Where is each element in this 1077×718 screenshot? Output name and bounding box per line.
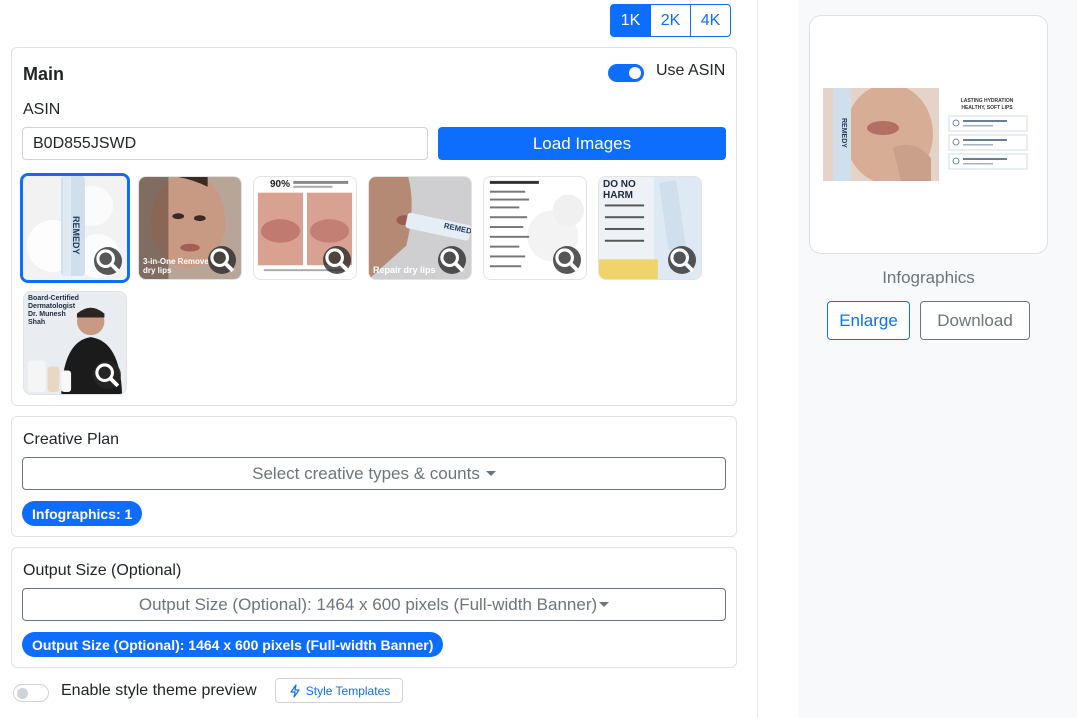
panel-divider <box>757 0 758 718</box>
svg-text:HEALTHY, SOFT LIPS: HEALTHY, SOFT LIPS <box>961 105 1013 111</box>
use-asin-toggle[interactable] <box>608 64 644 82</box>
thumbnail-2[interactable]: 3-in-One Remove dry lips <box>138 176 242 280</box>
style-templates-button[interactable]: Style Templates <box>275 678 403 703</box>
zoom-icon[interactable] <box>323 246 351 274</box>
thumbnail-7[interactable]: Board-Certified Dermatologist Dr. Munesh… <box>23 291 127 395</box>
output-size-badge: Output Size (Optional): 1464 x 600 pixel… <box>22 632 444 657</box>
zoom-icon[interactable] <box>94 247 122 275</box>
zoom-icon[interactable] <box>93 361 121 389</box>
preview-brand-text: REMEDY <box>840 118 847 148</box>
resolution-selector: 1K 2K 4K <box>610 4 731 37</box>
thumbnail-3-caption: 90% <box>270 179 291 190</box>
thumbnail-7-caption: Board-Certified Dermatologist Dr. Munesh… <box>28 295 79 326</box>
infographics-count-badge: Infographics: 1 <box>22 501 143 526</box>
creative-types-dropdown-text: Select creative types & counts <box>252 463 480 483</box>
output-size-dropdown-text: Output Size (Optional): 1464 x 600 pixel… <box>138 594 598 614</box>
lightning-icon <box>290 683 300 698</box>
thumbnail-1[interactable]: REMEDY <box>20 173 130 283</box>
style-theme-toggle[interactable] <box>13 684 49 702</box>
chevron-down-icon <box>485 471 496 476</box>
preview-card[interactable]: REMEDY LASTING HYDRATION HEALTHY, SOFT L… <box>809 15 1048 254</box>
download-button[interactable]: Download <box>920 301 1030 340</box>
load-images-button[interactable]: Load Images <box>438 127 726 160</box>
svg-text:LASTING HYDRATION: LASTING HYDRATION <box>961 98 1014 104</box>
output-size-dropdown[interactable]: Output Size (Optional): 1464 x 600 pixel… <box>22 588 726 621</box>
style-templates-label: Style Templates <box>305 683 391 698</box>
creative-types-dropdown[interactable]: Select creative types & counts <box>22 457 726 490</box>
asin-input[interactable] <box>22 127 428 160</box>
thumbnail-2-caption: 3-in-One Remove dry lips <box>143 257 209 275</box>
creative-plan-card: Creative Plan Select creative types & co… <box>11 416 737 537</box>
resolution-4k-button[interactable]: 4K <box>690 4 731 37</box>
zoom-icon[interactable] <box>438 246 466 274</box>
use-asin-label: Use ASIN <box>656 62 726 79</box>
preview-panel: REMEDY LASTING HYDRATION HEALTHY, SOFT L… <box>798 0 1077 718</box>
thumbnail-6-caption: DO NO HARM <box>603 179 636 201</box>
enlarge-button[interactable]: Enlarge <box>827 301 910 340</box>
thumbnail-3[interactable]: 90% <box>253 176 357 280</box>
style-theme-label: Enable style theme preview <box>61 682 257 699</box>
zoom-icon[interactable] <box>553 246 581 274</box>
thumbnail-6[interactable]: DO NO HARM <box>598 176 702 280</box>
main-card: Main Use ASIN ASIN Load Images REMEDY <box>11 47 737 406</box>
app-root: 1K 2K 4K Main Use ASIN ASIN Load Images … <box>0 0 1077 718</box>
resolution-1k-button[interactable]: 1K <box>610 4 651 37</box>
chevron-down-icon <box>599 602 610 607</box>
infographic-preview-image: REMEDY LASTING HYDRATION HEALTHY, SOFT L… <box>823 88 1036 181</box>
thumbnail-4[interactable]: REMEDY Repair dry lips <box>368 176 472 280</box>
creative-plan-label: Creative Plan <box>23 431 120 448</box>
svg-text:REMEDY: REMEDY <box>71 216 81 255</box>
preview-caption: Infographics <box>882 268 975 287</box>
thumbnail-4-caption: Repair dry lips <box>373 265 436 275</box>
resolution-2k-button[interactable]: 2K <box>650 4 691 37</box>
zoom-icon[interactable] <box>208 246 236 274</box>
asin-label: ASIN <box>23 101 61 118</box>
output-size-card: Output Size (Optional) Output Size (Opti… <box>11 547 737 668</box>
zoom-icon[interactable] <box>668 246 696 274</box>
output-size-label: Output Size (Optional) <box>23 562 182 579</box>
main-title: Main <box>23 64 65 84</box>
thumbnail-5[interactable] <box>483 176 587 280</box>
